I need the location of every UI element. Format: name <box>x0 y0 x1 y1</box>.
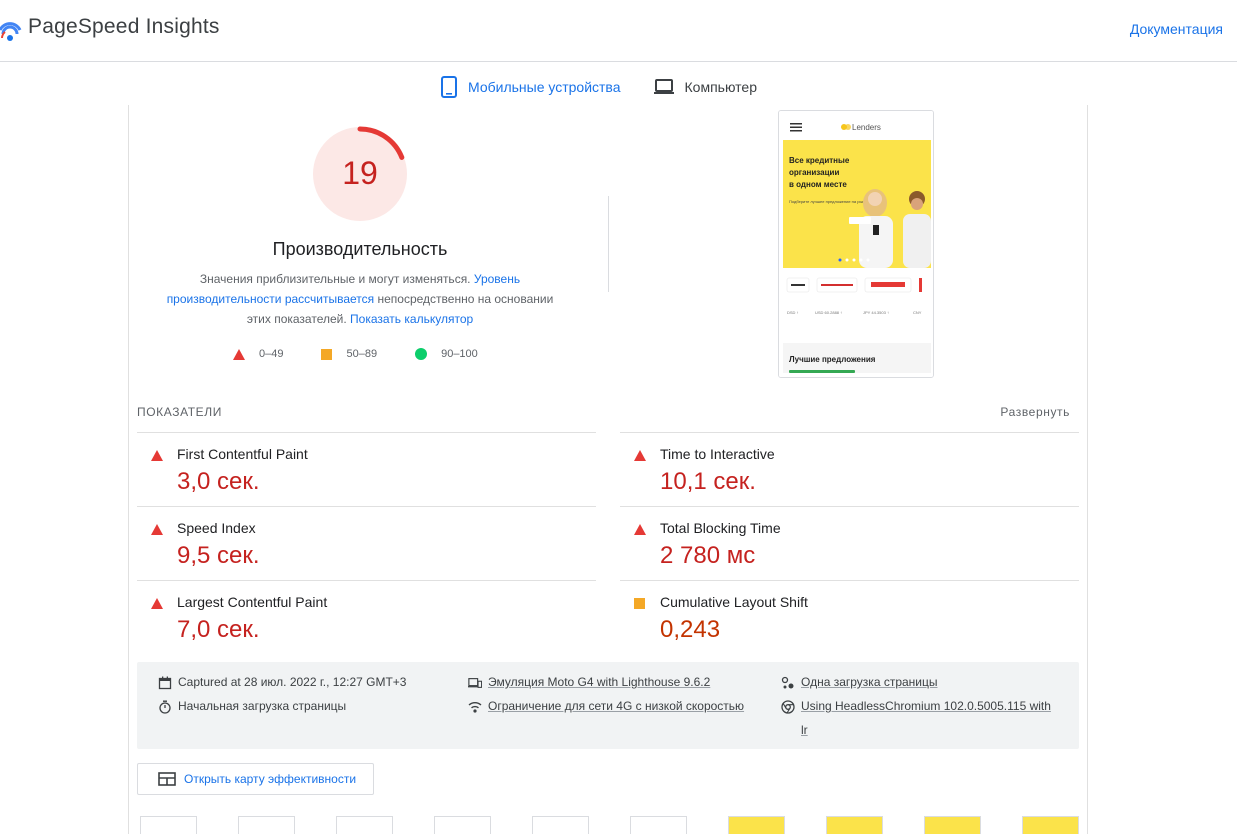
smartphone-icon <box>440 76 458 98</box>
tab-mobile[interactable]: Мобильные устройства <box>440 76 621 98</box>
preview-rate-4: CNY <box>913 310 922 315</box>
score-legend: 0–49 50–89 90–100 <box>233 348 516 360</box>
orange-square-icon <box>634 596 645 614</box>
filmstrip-frame <box>826 816 883 834</box>
single-load: Одна загрузка страницы <box>781 675 938 690</box>
red-triangle-icon <box>634 448 646 466</box>
calendar-icon <box>158 676 172 690</box>
metric-first-contentful-paint: First Contentful Paint 3,0 сек. <box>137 432 596 506</box>
legend-fail: 0–49 <box>233 348 283 360</box>
chrome-icon <box>781 700 795 714</box>
treemap-icon <box>158 772 176 786</box>
expand-metrics-toggle[interactable]: Развернуть <box>1000 405 1070 419</box>
filmstrip-frame <box>1022 816 1079 834</box>
metric-name: Largest Contentful Paint <box>177 594 328 610</box>
runtime-settings: Captured at 28 июл. 2022 г., 12:27 GMT+3… <box>137 662 1079 749</box>
captured-at-text: Captured at 28 июл. 2022 г., 12:27 GMT+3 <box>178 675 407 689</box>
filmstrip-frame <box>238 816 295 834</box>
captured-at: Captured at 28 июл. 2022 г., 12:27 GMT+3 <box>158 675 406 690</box>
metric-speed-index: Speed Index 9,5 сек. <box>137 506 596 580</box>
filmstrip-frame <box>532 816 589 834</box>
red-triangle-icon <box>151 522 163 540</box>
preview-rate-1: DSD ↑ <box>787 310 799 315</box>
browser-version-text: Using HeadlessChromium 102.0.5005.115 wi… <box>801 694 1051 742</box>
preview-hero-line2: организации <box>789 168 839 177</box>
metric-value: 9,5 сек. <box>177 542 260 569</box>
pagespeed-logo-icon[interactable] <box>0 16 22 42</box>
browser-version: Using HeadlessChromium 102.0.5005.115 wi… <box>781 699 1071 742</box>
preview-hero-line3: в одном месте <box>789 180 847 189</box>
devices-icon <box>468 676 482 690</box>
performance-desc-text-1: Значения приблизительные и могут изменят… <box>199 272 471 286</box>
initial-load: Начальная загрузка страницы <box>158 699 346 714</box>
wifi-icon <box>468 700 482 714</box>
legend-average-label: 50–89 <box>346 348 378 360</box>
metrics-heading: ПОКАЗАТЕЛИ <box>137 405 222 419</box>
metric-total-blocking-time: Total Blocking Time 2 780 мс <box>620 506 1079 580</box>
throttling-text[interactable]: Ограничение для сети 4G с низкой скорост… <box>488 699 744 713</box>
emulation: Эмуляция Moto G4 with Lighthouse 9.6.2 <box>468 675 710 690</box>
top-bar: PageSpeed Insights Документация <box>0 0 1237 62</box>
metric-name: Time to Interactive <box>660 446 775 462</box>
initial-load-text: Начальная загрузка страницы <box>178 699 347 713</box>
legend-pass: 90–100 <box>415 348 478 360</box>
green-circle-icon <box>415 348 428 360</box>
filmstrip-frame <box>924 816 981 834</box>
device-tabs: Мобильные устройства Компьютер <box>440 72 789 102</box>
open-treemap-label: Открыть карту эффективности <box>184 772 357 786</box>
metric-value: 7,0 сек. <box>177 616 260 643</box>
metric-cumulative-layout-shift: Cumulative Layout Shift 0,243 <box>620 580 1079 654</box>
preview-hero-sub: Подберите лучшее предложение на рынке! <box>789 199 870 204</box>
preview-rate-3: JPY 44.3503 ↑ <box>863 310 889 315</box>
metric-name: First Contentful Paint <box>177 446 308 462</box>
emulation-text[interactable]: Эмуляция Moto G4 with Lighthouse 9.6.2 <box>488 675 710 689</box>
preview-brand: Lenders <box>852 123 881 132</box>
red-triangle-icon <box>233 348 245 360</box>
metric-name: Total Blocking Time <box>660 520 781 536</box>
app-title[interactable]: PageSpeed Insights <box>28 15 220 39</box>
metric-name: Speed Index <box>177 520 256 536</box>
preview-hero-line1: Все кредитные <box>789 156 850 165</box>
vertical-divider <box>608 196 609 292</box>
filmstrip-frame <box>434 816 491 834</box>
metric-value: 2 780 мс <box>660 542 756 569</box>
performance-description: Значения приблизительные и могут изменят… <box>160 269 560 329</box>
calculator-link[interactable]: Показать калькулятор <box>350 312 473 326</box>
metric-largest-contentful-paint: Largest Contentful Paint 7,0 сек. <box>137 580 596 654</box>
filmstrip-frame <box>336 816 393 834</box>
laptop-icon <box>653 78 675 96</box>
network-throttling: Ограничение для сети 4G с низкой скорост… <box>468 699 744 714</box>
metric-value: 3,0 сек. <box>177 468 260 495</box>
red-triangle-icon <box>151 596 163 614</box>
orange-square-icon <box>321 348 333 360</box>
tab-desktop-label: Компьютер <box>684 79 757 95</box>
browser-version-line1[interactable]: Using HeadlessChromium 102.0.5005.115 wi… <box>801 699 1051 713</box>
performance-score: 19 <box>342 155 378 191</box>
single-load-text[interactable]: Одна загрузка страницы <box>801 675 938 689</box>
performance-title: Производительность <box>272 239 448 259</box>
browser-version-line2[interactable]: lr <box>801 723 808 737</box>
legend-average: 50–89 <box>321 348 377 360</box>
page-load-icon <box>781 676 795 690</box>
metric-name: Cumulative Layout Shift <box>660 594 808 610</box>
preview-best-offers: Лучшие предложения <box>789 355 876 364</box>
red-triangle-icon <box>634 522 646 540</box>
filmstrip-frame <box>728 816 785 834</box>
timer-icon <box>158 700 172 714</box>
metric-time-to-interactive: Time to Interactive 10,1 сек. <box>620 432 1079 506</box>
open-treemap-button[interactable]: Открыть карту эффективности <box>137 763 374 795</box>
preview-image: Lenders Все кредитные организации в одно… <box>779 111 933 377</box>
red-triangle-icon <box>151 448 163 466</box>
filmstrip-frame <box>630 816 687 834</box>
tab-mobile-label: Мобильные устройства <box>468 79 621 95</box>
preview-rate-2: USD 60.2888 ↑ <box>815 310 842 315</box>
tab-desktop[interactable]: Компьютер <box>653 78 757 96</box>
metric-value: 10,1 сек. <box>660 468 756 495</box>
page-screenshot-preview: Lenders Все кредитные организации в одно… <box>778 110 934 378</box>
legend-fail-label: 0–49 <box>259 348 284 360</box>
legend-pass-label: 90–100 <box>441 348 478 360</box>
documentation-link[interactable]: Документация <box>1130 21 1223 37</box>
filmstrip-frame <box>140 816 197 834</box>
metric-value: 0,243 <box>660 616 721 643</box>
